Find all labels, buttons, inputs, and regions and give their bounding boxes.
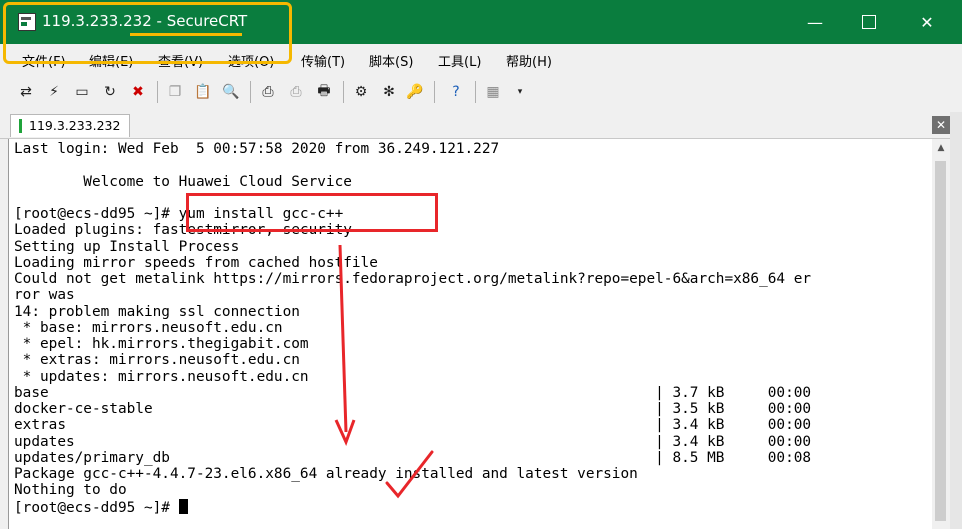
scroll-thumb[interactable]: [935, 161, 946, 521]
terminal-line: Last login: Wed Feb 5 00:57:58 2020 from…: [14, 141, 500, 157]
close-icon: ✕: [920, 12, 934, 32]
paste-icon[interactable]: 📋: [193, 82, 213, 102]
terminal-output[interactable]: Last login: Wed Feb 5 00:57:58 2020 from…: [8, 139, 933, 529]
menu-view[interactable]: 查看(V): [158, 51, 203, 70]
menu-script[interactable]: 脚本(S): [369, 51, 413, 70]
connect-icon[interactable]: ⇄: [16, 82, 36, 102]
quick-connect-icon[interactable]: ⚡: [44, 82, 64, 102]
terminal-line: updates/primary_db | 8.5 MB 00:08: [14, 449, 812, 466]
terminal-line: [root@ecs-dd95 ~]# yum install gcc-c++: [14, 206, 344, 222]
terminal-line: base | 3.7 kB 00:00: [14, 384, 812, 401]
menu-options[interactable]: 选项(O): [228, 51, 274, 70]
terminal-line: ror was: [14, 287, 75, 304]
terminal-line: * epel: hk.mirrors.thegigabit.com: [14, 336, 309, 352]
global-options-icon[interactable]: ✻: [379, 82, 399, 102]
menu-tools[interactable]: 工具(L): [438, 51, 481, 70]
terminal-line: [root@ecs-dd95 ~]#: [14, 498, 188, 516]
terminal-line: Setting up Install Process: [14, 238, 240, 255]
find-icon[interactable]: 🔍: [221, 82, 241, 102]
window-edge: [950, 112, 962, 529]
help-icon[interactable]: ?: [446, 82, 466, 102]
menu-transfer[interactable]: 传输(T): [301, 51, 345, 70]
print-selection-icon[interactable]: ⎙: [286, 82, 306, 102]
terminal-line: * base: mirrors.neusoft.edu.cn: [14, 319, 283, 336]
terminal-line: 14: problem making ssl connection: [14, 303, 300, 320]
toolbar-separator: [250, 81, 251, 103]
terminal-scrollbar[interactable]: ▲: [932, 139, 950, 529]
terminal-line: Could not get metalink https://mirrors.f…: [14, 271, 812, 287]
toolbar-separator: [343, 81, 344, 103]
menu-bar: 文件(F) 编辑(E) 查看(V) 选项(O) 传输(T) 脚本(S) 工具(L…: [0, 44, 962, 74]
terminal-cursor: [178, 498, 188, 514]
session-options-icon[interactable]: ⚙: [351, 82, 371, 102]
print-icon[interactable]: ⎙: [258, 82, 278, 102]
reconnect-icon[interactable]: ↻: [100, 82, 120, 102]
window-title: 119.3.233.232 - SecureCRT: [42, 12, 248, 30]
connect-in-tab-icon[interactable]: ▭: [72, 82, 92, 102]
securecrt-app-icon[interactable]: [18, 13, 36, 31]
terminal-line: Loading mirror speeds from cached hostfi…: [14, 254, 378, 271]
toolbar-separator: [157, 81, 158, 103]
terminal-line: Nothing to do: [14, 482, 127, 499]
title-bar: 119.3.233.232 - SecureCRT — ✕: [0, 0, 962, 44]
session-tab-bar: 119.3.233.232 ✕: [0, 112, 962, 139]
session-tab-label: 119.3.233.232: [29, 118, 121, 133]
minimize-button[interactable]: —: [786, 0, 844, 44]
scroll-up-icon[interactable]: ▲: [932, 139, 950, 157]
close-tab-button[interactable]: ✕: [932, 116, 950, 134]
terminal-line: Package gcc-c++-4.4.7-23.el6.x86_64 alre…: [14, 466, 638, 482]
copy-icon[interactable]: ❐: [165, 82, 185, 102]
toolbar-separator: [475, 81, 476, 103]
sftp-icon[interactable]: ▦: [483, 82, 503, 102]
terminal-line: extras | 3.4 kB 00:00: [14, 417, 812, 434]
terminal-line: * updates: mirrors.neusoft.edu.cn: [14, 368, 309, 385]
menu-edit[interactable]: 编辑(E): [89, 51, 133, 70]
terminal-line: * extras: mirrors.neusoft.edu.cn: [14, 352, 300, 369]
menu-file[interactable]: 文件(F): [22, 51, 66, 70]
close-window-button[interactable]: ✕: [898, 0, 956, 44]
session-tab[interactable]: 119.3.233.232: [10, 114, 130, 137]
connected-status-icon: [19, 119, 22, 133]
maximize-icon: [862, 15, 876, 29]
keymap-icon[interactable]: 🔑: [405, 82, 425, 102]
print-setup-icon[interactable]: 🖶: [314, 82, 334, 102]
disconnect-icon[interactable]: ✖: [128, 82, 148, 102]
toolbar: ⇄ ⚡ ▭ ↻ ✖ ❐ 📋 🔍 ⎙ ⎙ 🖶 ⚙ ✻ 🔑 ? ▦ ▾: [0, 74, 962, 112]
toolbar-separator: [434, 81, 435, 103]
maximize-button[interactable]: [840, 0, 898, 44]
close-icon: ✕: [935, 118, 947, 132]
minimize-icon: —: [807, 12, 823, 32]
terminal-line: Loaded plugins: fastestmirror, security: [14, 222, 352, 239]
terminal-line: Welcome to Huawei Cloud Service: [14, 173, 352, 190]
terminal-line: docker-ce-stable | 3.5 kB 00:00: [14, 401, 812, 417]
toolbar-overflow-icon[interactable]: ▾: [510, 82, 530, 102]
menu-help[interactable]: 帮助(H): [506, 51, 552, 70]
terminal-line: updates | 3.4 kB 00:00: [14, 433, 812, 450]
